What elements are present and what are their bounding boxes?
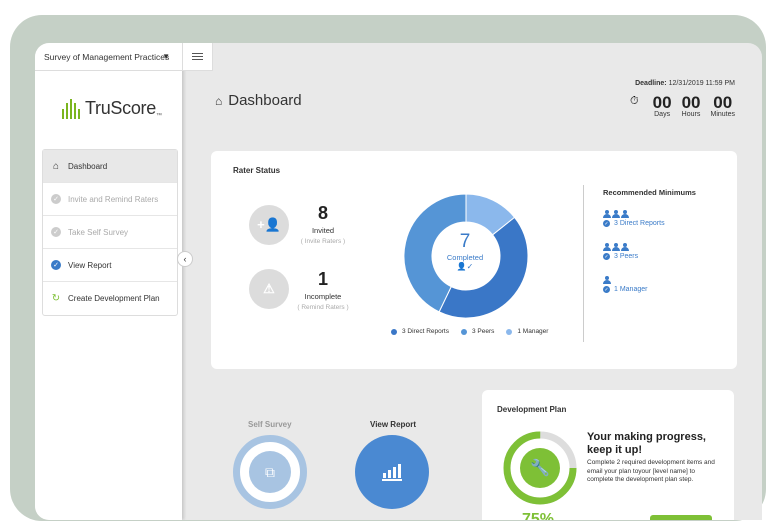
legend-label: 3 Direct Reports <box>402 328 449 335</box>
legend-label: 3 Peers <box>471 328 495 335</box>
sidebar-item-label: View Report <box>68 260 112 270</box>
minutes-value: 00 <box>713 93 733 112</box>
sidebar-item-invite-raters[interactable]: ✓ Invite and Remind Raters <box>43 183 177 216</box>
logo-trademark: ™ <box>155 113 162 119</box>
check-circle-icon: ✓ <box>51 227 61 237</box>
check-circle-icon: ✓ <box>51 194 61 204</box>
rater-status-card: Rater Status +👤 8 Invited ( Invite Rater… <box>211 151 737 369</box>
clock-icon: ⏱ <box>630 95 639 107</box>
view-report-button[interactable] <box>355 435 429 509</box>
progress-description: Complete 2 required development items an… <box>587 459 715 483</box>
legend-label: 1 Manager <box>517 328 549 335</box>
minutes-label: Minutes <box>710 111 735 118</box>
sidebar-item-development-plan[interactable]: ↻ Create Development Plan <box>43 282 177 315</box>
truscore-logo: TruScore ™ <box>62 98 162 119</box>
development-plan-button[interactable] <box>650 515 712 520</box>
completed-count: 7 <box>459 231 471 252</box>
page-title: ⌂ Dashboard <box>215 92 302 109</box>
incomplete-label: Incomplete <box>304 292 342 301</box>
hamburger-icon <box>192 55 203 58</box>
check-icon: ✓ <box>603 253 610 260</box>
person-icon <box>603 276 647 284</box>
page-title-text: Dashboard <box>228 92 302 109</box>
deadline-value: 12/31/2019 11:59 PM <box>668 80 735 87</box>
survey-name: Survey of Management Practices <box>44 51 170 62</box>
hours-value: 00 <box>681 93 701 112</box>
invited-label: Invited <box>311 226 335 235</box>
check-icon: ✓ <box>603 220 610 227</box>
countdown-minutes: 00 Minutes <box>710 94 735 118</box>
sidebar: Survey of Management Practices ▼ TruScor… <box>35 43 182 520</box>
recommended-direct-reports: ✓ 3 Direct Reports <box>603 210 665 227</box>
caret-down-icon: ▼ <box>162 52 170 61</box>
sidebar-nav: ⌂ Dashboard ✓ Invite and Remind Raters ✓… <box>42 149 178 316</box>
recommended-title: Recommended Minimums <box>603 188 696 197</box>
invite-raters-link[interactable]: ( Invite Raters ) <box>283 238 363 245</box>
progress-heading: Your making progress, keep it up! <box>587 431 706 456</box>
countdown-days: 00 Days <box>653 94 672 118</box>
user-check-icon: 👤✓ <box>456 262 474 271</box>
sidebar-item-label: Create Development Plan <box>68 294 160 303</box>
recommended-label: 3 Peers <box>614 253 639 260</box>
completed-center: 7 Completed 👤✓ <box>431 231 499 271</box>
logo-bars-icon <box>62 99 80 119</box>
document-copy-icon: ⧉ <box>249 451 291 493</box>
logo-text: TruScore <box>85 98 156 118</box>
card-divider <box>583 185 584 342</box>
people-icon <box>603 210 665 218</box>
menu-toggle-button[interactable] <box>182 43 213 71</box>
recommended-label: 3 Direct Reports <box>614 220 665 227</box>
recommended-peers: ✓ 3 Peers <box>603 243 638 260</box>
legend-item: 3 Peers <box>460 328 495 335</box>
sidebar-item-label: Take Self Survey <box>68 227 129 237</box>
check-circle-icon: ✓ <box>51 260 61 270</box>
survey-selector[interactable]: Survey of Management Practices ▼ <box>35 43 182 71</box>
refresh-icon: ↻ <box>51 293 61 304</box>
development-plan-title: Development Plan <box>497 405 567 414</box>
bar-chart-icon <box>382 463 402 481</box>
people-icon <box>603 243 638 251</box>
progress-percent: 75% <box>522 511 555 520</box>
invited-stat: 8 Invited ( Invite Raters ) <box>283 203 363 245</box>
home-icon: ⌂ <box>52 160 60 172</box>
recommended-label: 1 Manager <box>614 286 648 293</box>
recommended-manager: ✓ 1 Manager <box>603 276 647 293</box>
incomplete-stat: 1 Incomplete ( Remind Raters ) <box>283 269 363 311</box>
legend-item: 3 Direct Reports <box>391 328 449 335</box>
deadline: Deadline: 12/31/2019 11:59 PM <box>635 80 735 87</box>
hours-label: Hours <box>681 111 701 118</box>
days-value: 00 <box>652 93 672 112</box>
sidebar-item-self-survey[interactable]: ✓ Take Self Survey <box>43 216 177 249</box>
days-label: Days <box>654 111 671 118</box>
self-survey-button[interactable]: ⧉ <box>233 435 307 509</box>
sidebar-item-label: Dashboard <box>68 161 108 171</box>
check-icon: ✓ <box>603 286 610 293</box>
chart-legend: 3 Direct Reports 3 Peers 1 Manager <box>391 328 560 335</box>
invited-count: 8 <box>317 203 328 223</box>
wrench-icon: 🔧 <box>530 460 550 477</box>
countdown: ⏱ 00 Days 00 Hours 00 Minutes <box>630 94 735 118</box>
app-screen: Survey of Management Practices ▼ TruScor… <box>35 43 762 520</box>
device-frame: Survey of Management Practices ▼ TruScor… <box>10 15 766 521</box>
deadline-label: Deadline: <box>635 80 667 87</box>
collapse-sidebar-button[interactable]: ‹ <box>177 251 193 267</box>
legend-item: 1 Manager <box>506 328 548 335</box>
development-plan-card: Development Plan 🔧 Your making progress,… <box>482 390 734 520</box>
home-icon: ⌂ <box>215 93 223 108</box>
sidebar-item-label: Invite and Remind Raters <box>68 194 159 204</box>
countdown-hours: 00 Hours <box>682 94 701 118</box>
self-survey-title: Self Survey <box>248 420 292 429</box>
rater-status-title: Rater Status <box>233 166 281 175</box>
sidebar-item-dashboard[interactable]: ⌂ Dashboard <box>43 150 177 183</box>
remind-raters-link[interactable]: ( Remind Raters ) <box>283 304 363 311</box>
sidebar-item-view-report[interactable]: ✓ View Report <box>43 249 177 282</box>
incomplete-count: 1 <box>317 269 328 289</box>
chevron-left-icon: ‹ <box>183 254 187 264</box>
completed-label: Completed <box>446 253 484 262</box>
view-report-title: View Report <box>370 420 417 429</box>
